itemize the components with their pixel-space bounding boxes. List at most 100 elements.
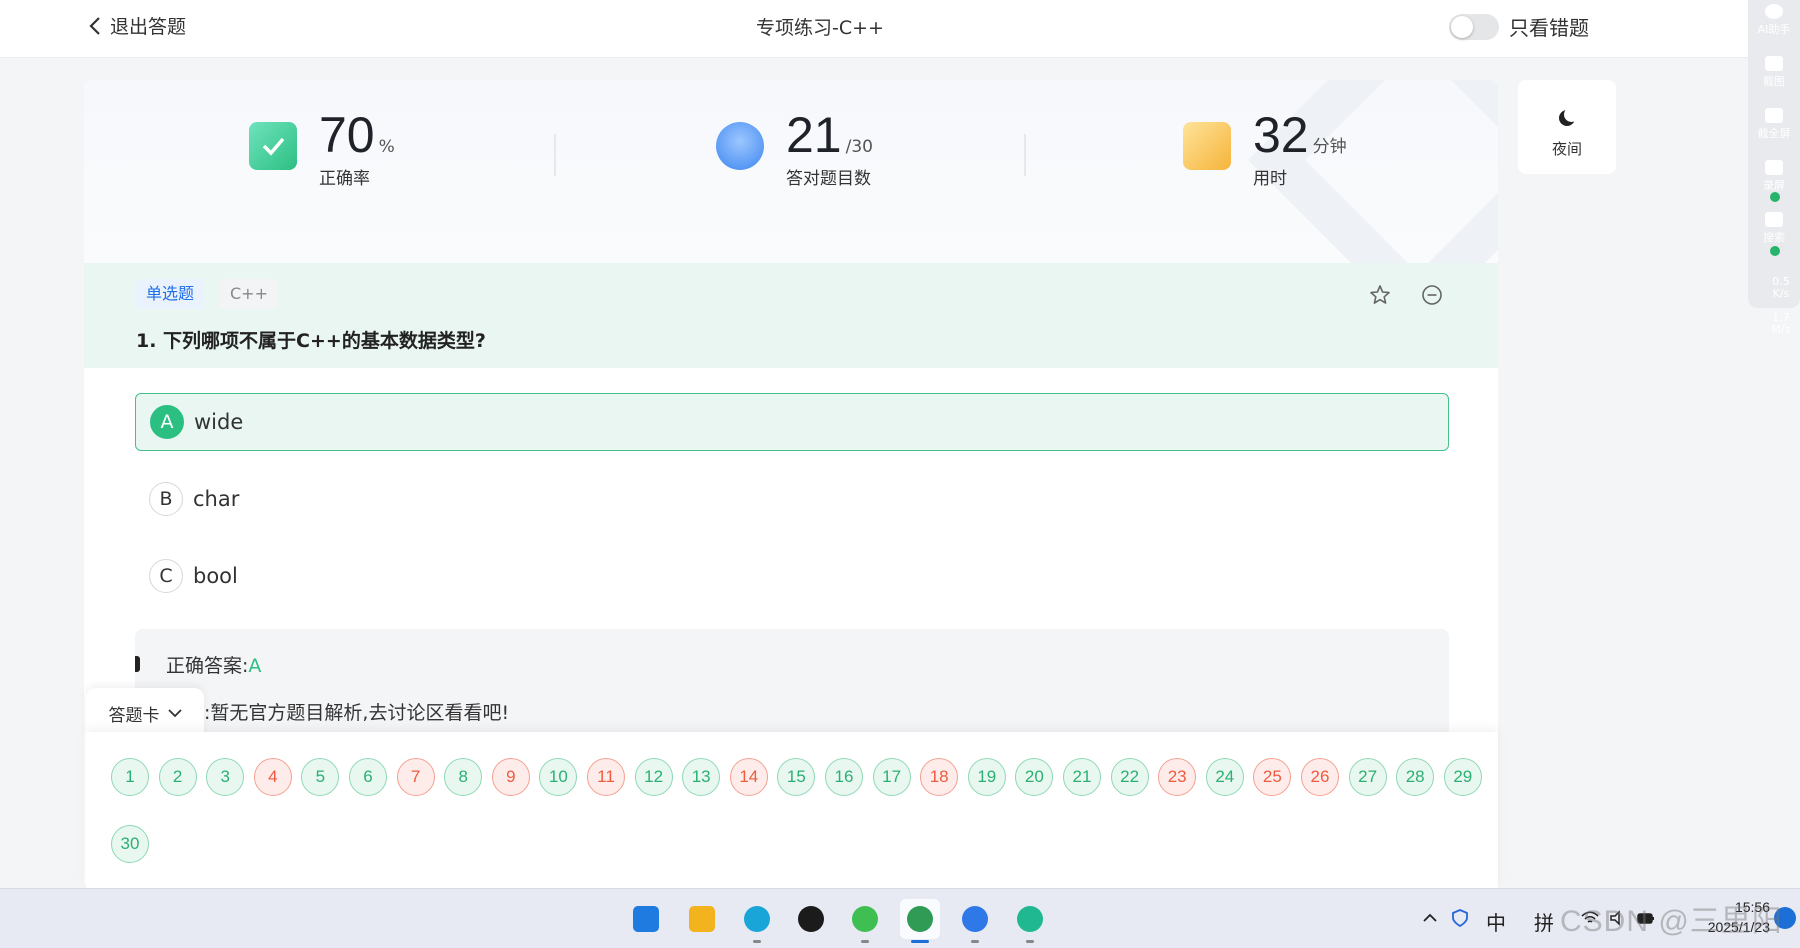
question-text: 1. 下列哪项不属于C++的基本数据类型? bbox=[136, 330, 486, 352]
page-title: 专项练习-C++ bbox=[756, 17, 884, 39]
screenshot-tool[interactable]: 截图 bbox=[1748, 56, 1800, 89]
question-number-11[interactable]: 11 bbox=[587, 758, 625, 796]
answer-card-sheet: 1 2 3 4 5 6 7 8 9 10 11 12 13 14 15 16 17 18 19 20 21 22 23 24 2… bbox=[86, 732, 1498, 888]
file-explorer-taskbar-button[interactable] bbox=[682, 899, 722, 939]
fullscreen-capture-tool[interactable]: 截全屏 bbox=[1748, 108, 1800, 141]
question-number-4[interactable]: 4 bbox=[253, 758, 292, 796]
running-indicator bbox=[1026, 940, 1034, 943]
question-number-14[interactable]: 14 bbox=[729, 758, 768, 796]
question-number-19[interactable]: 19 bbox=[967, 758, 1006, 796]
question-number-7[interactable]: 7 bbox=[396, 758, 435, 796]
upload-speed-unit: K/s bbox=[1772, 287, 1790, 300]
green-app-taskbar-button[interactable] bbox=[1010, 899, 1050, 943]
night-mode-button[interactable]: 夜间 bbox=[1518, 80, 1616, 174]
question-number-6[interactable]: 6 bbox=[349, 758, 387, 796]
question-number-1[interactable]: 1 bbox=[111, 758, 149, 796]
accuracy-value: 70 bbox=[319, 107, 375, 163]
question-number-24[interactable]: 24 bbox=[1205, 758, 1244, 796]
video-icon bbox=[1765, 160, 1783, 175]
ime-input-indicator[interactable]: 拼 bbox=[1534, 907, 1554, 936]
ai-icon bbox=[1765, 4, 1783, 19]
question-number-22[interactable]: 22 bbox=[1110, 758, 1149, 796]
divider bbox=[554, 134, 556, 176]
question-number-5[interactable]: 5 bbox=[301, 758, 340, 796]
wechat-taskbar-button[interactable] bbox=[845, 899, 885, 943]
record-screen-tool[interactable]: 录屏 bbox=[1748, 160, 1800, 193]
remote-desktop-taskbar-button[interactable] bbox=[900, 899, 940, 943]
ai-assistant-label: AI助手 bbox=[1757, 23, 1791, 36]
wrong-only-label: 只看错题 bbox=[1509, 16, 1589, 40]
question-number-25[interactable]: 25 bbox=[1253, 758, 1292, 796]
accuracy-stat: 70% 正确率 bbox=[249, 108, 395, 189]
question-number-3[interactable]: 3 bbox=[206, 758, 245, 796]
question-number-18[interactable]: 18 bbox=[920, 758, 959, 796]
option-letter: B bbox=[149, 482, 183, 516]
windows-start-icon bbox=[633, 906, 659, 932]
question-number-28[interactable]: 28 bbox=[1396, 758, 1435, 796]
question-number-9[interactable]: 9 bbox=[491, 758, 530, 796]
question-number-30[interactable]: 30 bbox=[111, 825, 149, 863]
minus-circle-icon[interactable] bbox=[1420, 283, 1444, 307]
analysis-text: 解析:暂无官方题目解析,去讨论区看看吧! bbox=[166, 702, 510, 724]
answer-card-label: 答题卡 bbox=[108, 705, 160, 726]
language-tag: C++ bbox=[220, 279, 278, 309]
answer-card-tab[interactable]: 答题卡 bbox=[86, 688, 204, 738]
question-number-23[interactable]: 23 bbox=[1158, 758, 1197, 796]
search-tool[interactable]: 搜索 bbox=[1748, 212, 1800, 245]
time-value: 32 bbox=[1253, 107, 1309, 163]
chevron-up-icon[interactable] bbox=[1420, 909, 1440, 927]
moon-icon bbox=[1559, 107, 1579, 126]
option-letter: A bbox=[150, 405, 184, 439]
ime-mode-indicator[interactable]: 中 bbox=[1486, 907, 1506, 936]
question-number-17[interactable]: 17 bbox=[872, 758, 911, 796]
option-a[interactable]: A wide bbox=[135, 393, 1449, 451]
search-icon bbox=[1765, 212, 1783, 227]
question-number-20[interactable]: 20 bbox=[1015, 758, 1054, 796]
file-explorer-icon bbox=[689, 906, 715, 932]
time-stat: 32 分钟 用时 bbox=[1183, 108, 1347, 189]
question-number-21[interactable]: 21 bbox=[1063, 758, 1101, 796]
option-text: bool bbox=[193, 564, 238, 588]
question-number-8[interactable]: 8 bbox=[444, 758, 483, 796]
question-number-2[interactable]: 2 bbox=[158, 758, 197, 796]
correct-count-stat: 21/30 答对题目数 bbox=[716, 108, 873, 189]
qq-taskbar-button[interactable] bbox=[791, 899, 831, 939]
toggle-knob bbox=[1451, 15, 1473, 38]
blue-app-taskbar-button[interactable] bbox=[955, 899, 995, 943]
option-text: char bbox=[193, 487, 240, 511]
question-number-26[interactable]: 26 bbox=[1301, 758, 1339, 796]
status-dot bbox=[1770, 246, 1780, 256]
correct-count-value: 21 bbox=[786, 107, 842, 163]
windows-start-taskbar-button[interactable] bbox=[626, 899, 666, 939]
question-number-16[interactable]: 16 bbox=[825, 758, 863, 796]
question-number-10[interactable]: 10 bbox=[539, 758, 578, 796]
question-number-29[interactable]: 29 bbox=[1443, 758, 1482, 796]
shield-icon[interactable] bbox=[1450, 909, 1470, 927]
taskbar: 中 拼 15:56 2025/1/23 bbox=[0, 888, 1800, 948]
edge-taskbar-button[interactable] bbox=[737, 899, 777, 943]
stats-panel: 70% 正确率 21/30 答对题目数 32 分钟 用时 bbox=[84, 80, 1498, 263]
question-number-15[interactable]: 15 bbox=[777, 758, 816, 796]
question-number-27[interactable]: 27 bbox=[1348, 758, 1387, 796]
edge-icon bbox=[744, 906, 770, 932]
fullscreen-capture-label: 截全屏 bbox=[1757, 127, 1791, 140]
divider bbox=[1024, 134, 1026, 176]
night-mode-label: 夜间 bbox=[1551, 140, 1582, 158]
ai-assistant-tool[interactable]: AI助手 bbox=[1748, 4, 1800, 37]
search-tool-label: 搜索 bbox=[1763, 231, 1785, 244]
option-text: wide bbox=[194, 410, 244, 434]
option-c[interactable]: C bool bbox=[135, 547, 1449, 605]
watermark: CSDN @三里阳 bbox=[1560, 905, 1783, 938]
correct-answer-label: 正确答案: bbox=[166, 655, 249, 677]
check-badge-icon bbox=[249, 122, 297, 170]
time-label: 用时 bbox=[1253, 169, 1287, 189]
correct-answer-value: A bbox=[248, 655, 262, 677]
option-b[interactable]: B char bbox=[135, 470, 1449, 528]
correct-count-label: 答对题目数 bbox=[786, 169, 871, 189]
question-number-13[interactable]: 13 bbox=[682, 758, 721, 796]
question-number-12[interactable]: 12 bbox=[634, 758, 673, 796]
download-speed: 1.7 M/s bbox=[1765, 312, 1797, 336]
wrong-only-toggle[interactable] bbox=[1449, 13, 1499, 40]
star-icon[interactable] bbox=[1368, 283, 1392, 307]
question-type-tag: 单选题 bbox=[136, 279, 205, 309]
